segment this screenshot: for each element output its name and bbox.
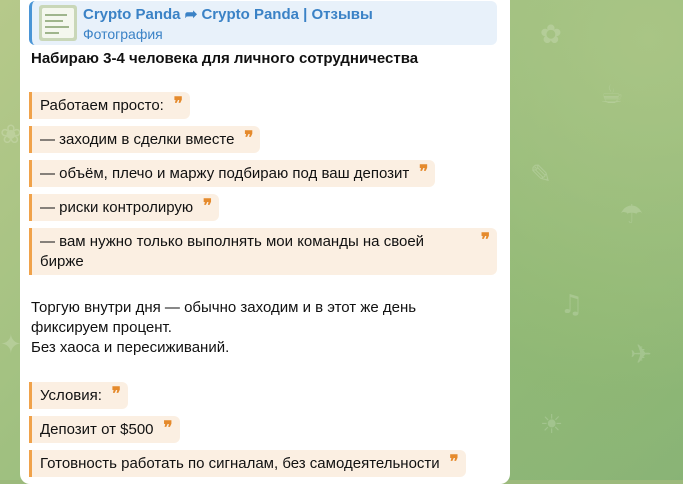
quote-mark-icon: ❞ [202, 196, 213, 216]
message-heading: Набираю 3-4 человека для личного сотрудн… [31, 50, 419, 67]
quote-mark-icon: ❞ [480, 230, 490, 250]
reply-preview[interactable]: Crypto Panda ➦ Crypto Panda | Отзывы Фот… [29, 1, 497, 45]
quote-mark-icon: ❞ [244, 128, 254, 148]
doodle-icon: ✿ [540, 20, 562, 50]
quote-block: — вам нужно только выполнять мои команды… [29, 228, 497, 275]
quote-block: — риски контролирую ❞ [29, 194, 220, 221]
quote-mark-icon: ❞ [173, 94, 183, 114]
quote-mark-icon: ❞ [163, 418, 173, 438]
reply-subtitle: Фотография [83, 26, 163, 42]
quote-text: — вам нужно только выполнять мои команды… [40, 233, 425, 270]
quote-mark-icon: ❞ [419, 162, 429, 182]
quote-mark-icon: ❞ [111, 384, 121, 404]
quote-text: Готовность работать по сигналам, без сам… [40, 455, 440, 472]
reply-source: Crypto Panda [83, 6, 181, 23]
forward-arrow-icon: ➦ [184, 6, 198, 23]
reply-title: Crypto Panda ➦ Crypto Panda | Отзывы [83, 5, 373, 23]
paragraph-line: Без хаоса и пересиживаний. [31, 339, 230, 356]
quote-text: Депозит от $500 [40, 421, 154, 438]
quote-block: — объём, плечо и маржу подбираю под ваш … [29, 160, 436, 187]
reply-target: Crypto Panda | Отзывы [201, 6, 373, 23]
quote-block: Условия: ❞ [29, 382, 128, 409]
quote-text: Работаем просто: [40, 97, 164, 114]
doodle-icon: ♫ [560, 290, 584, 320]
quote-mark-icon: ❞ [449, 452, 459, 472]
doodle-icon: ✈ [630, 340, 652, 370]
quote-text: — риски контролирую [40, 199, 194, 216]
doodle-icon: ☕ [600, 80, 624, 110]
quote-text: — заходим в сделки вместе [40, 131, 235, 148]
doodle-icon: ☀ [540, 410, 564, 440]
quote-block: Депозит от $500 ❞ [29, 416, 180, 443]
doodle-icon: ✦ [0, 330, 22, 360]
quote-block: Готовность работать по сигналам, без сам… [29, 450, 466, 477]
message-paragraph: Торгую внутри дня — обычно заходим и в э… [31, 298, 471, 358]
paragraph-line: фиксируем процент. [31, 319, 172, 336]
quote-text: — объём, плечо и маржу подбираю под ваш … [40, 165, 410, 182]
quote-block: Работаем просто: ❞ [29, 92, 190, 119]
quote-block: — заходим в сделки вместе ❞ [29, 126, 261, 153]
paragraph-line: Торгую внутри дня — обычно заходим и в э… [31, 299, 417, 316]
doodle-icon: ☂ [620, 200, 644, 230]
quote-text: Условия: [40, 387, 102, 404]
reply-thumbnail [39, 5, 77, 41]
doodle-icon: ✎ [530, 160, 552, 190]
doodle-icon: ❀ [0, 120, 22, 150]
